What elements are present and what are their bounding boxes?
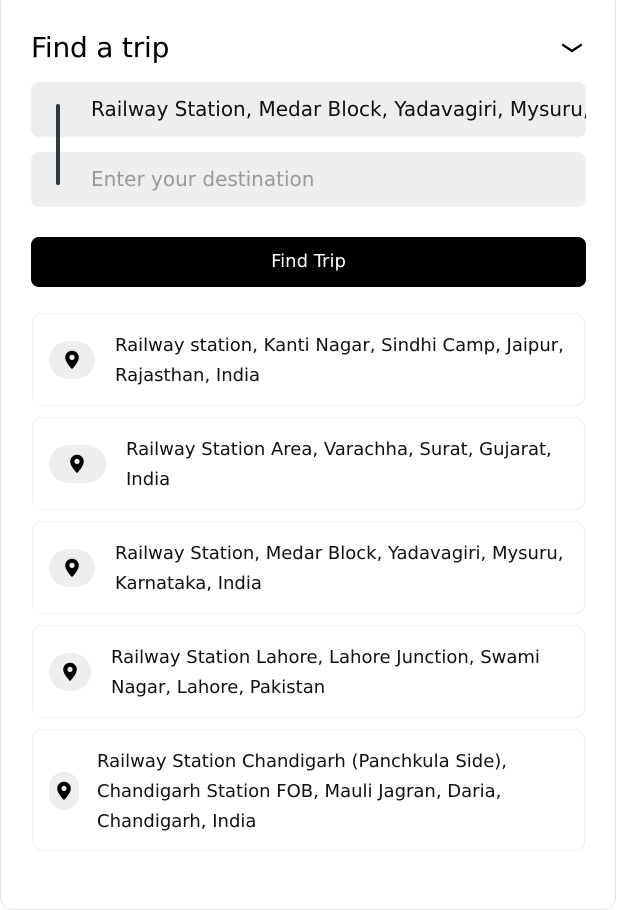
location-pin-icon bbox=[65, 350, 79, 370]
chevron-down-icon[interactable] bbox=[561, 42, 583, 54]
panel-header: Find a trip bbox=[31, 30, 587, 70]
suggestion-item[interactable]: Railway Station, Medar Block, Yadavagiri… bbox=[32, 521, 585, 614]
suggestion-line: Railway station, Kanti Nagar, Sindhi Cam… bbox=[115, 335, 564, 356]
location-pin-icon bbox=[65, 558, 79, 578]
suggestion-line: Rajasthan, India bbox=[115, 365, 261, 386]
pin-icon-bubble bbox=[49, 445, 106, 483]
suggestion-item[interactable]: Railway Station Chandigarh (Panchkula Si… bbox=[32, 729, 585, 851]
pin-icon-bubble bbox=[49, 653, 91, 691]
pickup-input[interactable]: Railway Station, Medar Block, Yadavagiri… bbox=[31, 82, 586, 137]
suggestion-line: Railway Station, Medar Block, Yadavagiri… bbox=[115, 543, 564, 564]
suggestion-item[interactable]: Railway station, Kanti Nagar, Sindhi Cam… bbox=[32, 313, 585, 406]
suggestion-line: Chandigarh Station FOB, Mauli Jagran, Da… bbox=[97, 781, 502, 802]
suggestion-text: Railway Station, Medar Block, Yadavagiri… bbox=[115, 539, 563, 599]
suggestion-text: Railway Station Lahore, Lahore Junction,… bbox=[111, 643, 540, 703]
suggestion-line: Karnataka, India bbox=[115, 573, 262, 594]
pin-icon-bubble bbox=[49, 772, 79, 810]
destination-input[interactable]: Enter your destination bbox=[31, 152, 586, 207]
suggestion-line: Railway Station Area, Varachha, Surat, G… bbox=[126, 439, 552, 460]
suggestion-line: Railway Station Chandigarh (Panchkula Si… bbox=[97, 751, 508, 772]
suggestion-text: Railway Station Area, Varachha, Surat, G… bbox=[126, 435, 552, 495]
suggestion-text: Railway Station Chandigarh (Panchkula Si… bbox=[97, 747, 507, 837]
suggestion-item[interactable]: Railway Station Lahore, Lahore Junction,… bbox=[32, 625, 585, 718]
suggestion-item[interactable]: Railway Station Area, Varachha, Surat, G… bbox=[32, 417, 585, 510]
suggestion-text: Railway station, Kanti Nagar, Sindhi Cam… bbox=[115, 331, 564, 391]
suggestion-line: India bbox=[126, 469, 171, 490]
location-pin-icon bbox=[70, 454, 84, 474]
route-connector-line bbox=[56, 104, 60, 185]
pin-icon-bubble bbox=[49, 341, 95, 379]
location-pin-icon bbox=[57, 781, 71, 801]
location-pin-icon bbox=[63, 662, 77, 682]
suggestion-line: Nagar, Lahore, Pakistan bbox=[111, 677, 326, 698]
find-trip-button[interactable]: Find Trip bbox=[31, 237, 586, 287]
suggestion-line: Railway Station Lahore, Lahore Junction,… bbox=[111, 647, 540, 668]
page-title: Find a trip bbox=[31, 31, 170, 64]
pin-icon-bubble bbox=[49, 549, 95, 587]
suggestion-line: Chandigarh, India bbox=[97, 811, 257, 832]
